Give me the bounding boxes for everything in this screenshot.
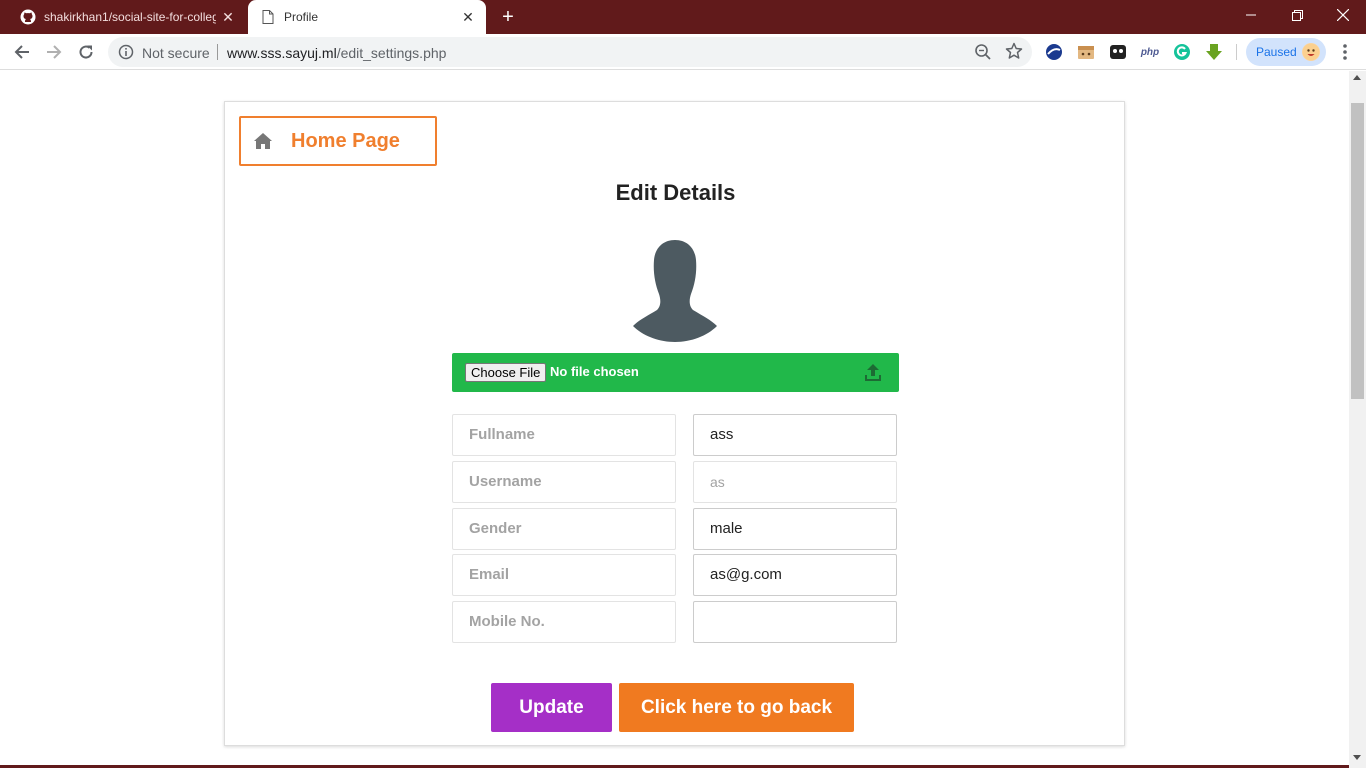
close-tab-icon[interactable]: ✕ — [460, 9, 476, 25]
form-row-mobile: Mobile No. — [452, 601, 899, 643]
close-window-icon[interactable] — [1320, 0, 1366, 30]
form-row-username: Username as — [452, 461, 899, 503]
home-icon — [253, 132, 273, 150]
email-input[interactable]: as@g.com — [693, 554, 897, 596]
edit-details-card: Home Page Edit Details Choose File No fi… — [224, 101, 1125, 746]
blue-globe-extension-icon[interactable] — [1045, 43, 1063, 61]
restore-icon[interactable] — [1274, 0, 1320, 30]
page-scrollbar[interactable] — [1349, 71, 1366, 768]
tab-profile[interactable]: Profile ✕ — [248, 0, 486, 34]
face-extension-icon[interactable] — [1109, 43, 1127, 61]
address-bar[interactable]: Not secure www.sss.sayuj.ml/edit_setting… — [108, 37, 1032, 67]
username-label: Username — [452, 461, 676, 503]
browser-toolbar: Not secure www.sss.sayuj.ml/edit_setting… — [0, 34, 1366, 70]
reload-icon[interactable] — [74, 40, 98, 64]
box-extension-icon[interactable] — [1077, 43, 1095, 61]
github-icon — [20, 9, 36, 25]
zoom-icon[interactable] — [974, 43, 992, 61]
tab-strip: shakirkhan1/social-site-for-college ✕ Pr… — [0, 0, 1366, 34]
bookmark-star-icon[interactable] — [1005, 42, 1023, 60]
gender-label: Gender — [452, 508, 676, 550]
omnibox-divider — [217, 44, 218, 60]
file-status: No file chosen — [550, 364, 639, 379]
home-page-label: Home Page — [291, 129, 400, 152]
form-row-fullname: Fullname ass — [452, 414, 899, 456]
new-tab-icon[interactable]: + — [498, 7, 518, 27]
url-host: www.sss.sayuj.ml — [227, 45, 337, 61]
scroll-down-icon[interactable] — [1353, 755, 1361, 760]
php-extension-icon[interactable]: php — [1139, 43, 1161, 61]
tab-title: shakirkhan1/social-site-for-college — [44, 10, 216, 24]
profile-status: Paused — [1256, 45, 1297, 59]
username-input: as — [693, 461, 897, 503]
avatar-icon — [1302, 43, 1320, 61]
fullname-input[interactable]: ass — [693, 414, 897, 456]
close-tab-icon[interactable]: ✕ — [220, 9, 236, 25]
tab-github-repo[interactable]: shakirkhan1/social-site-for-college ✕ — [8, 0, 246, 34]
form-row-email: Email as@g.com — [452, 554, 899, 596]
page-icon — [260, 9, 276, 25]
choose-file-button[interactable]: Choose File — [465, 363, 547, 382]
go-back-button[interactable]: Click here to go back — [619, 683, 854, 732]
security-label: Not secure — [142, 45, 210, 61]
toolbar-divider — [1236, 44, 1237, 60]
forward-arrow-icon[interactable] — [42, 40, 66, 64]
scroll-up-icon[interactable] — [1353, 75, 1361, 80]
mobile-input[interactable] — [693, 601, 897, 643]
upload-icon[interactable] — [863, 363, 883, 383]
file-upload-bar: Choose File No file chosen — [452, 353, 899, 392]
update-button[interactable]: Update — [491, 683, 612, 732]
form-row-gender: Gender male — [452, 508, 899, 550]
home-page-button[interactable]: Home Page — [239, 116, 437, 166]
scrollbar-thumb[interactable] — [1351, 103, 1364, 399]
default-avatar-icon — [633, 238, 717, 342]
profile-button[interactable]: Paused — [1246, 38, 1326, 66]
mobile-label: Mobile No. — [452, 601, 676, 643]
download-extension-icon[interactable] — [1205, 43, 1223, 61]
tab-title: Profile — [284, 10, 319, 24]
minimize-icon[interactable] — [1228, 0, 1274, 30]
gender-input[interactable]: male — [693, 508, 897, 550]
more-menu-icon[interactable] — [1336, 42, 1354, 62]
url-path: /edit_settings.php — [336, 45, 447, 61]
grammarly-extension-icon[interactable] — [1173, 43, 1191, 61]
page-title: Edit Details — [615, 180, 736, 205]
url-text[interactable]: www.sss.sayuj.ml/edit_settings.php — [227, 45, 446, 61]
back-arrow-icon[interactable] — [10, 40, 34, 64]
email-label: Email — [452, 554, 676, 596]
info-icon[interactable] — [118, 44, 134, 60]
fullname-label: Fullname — [452, 414, 676, 456]
